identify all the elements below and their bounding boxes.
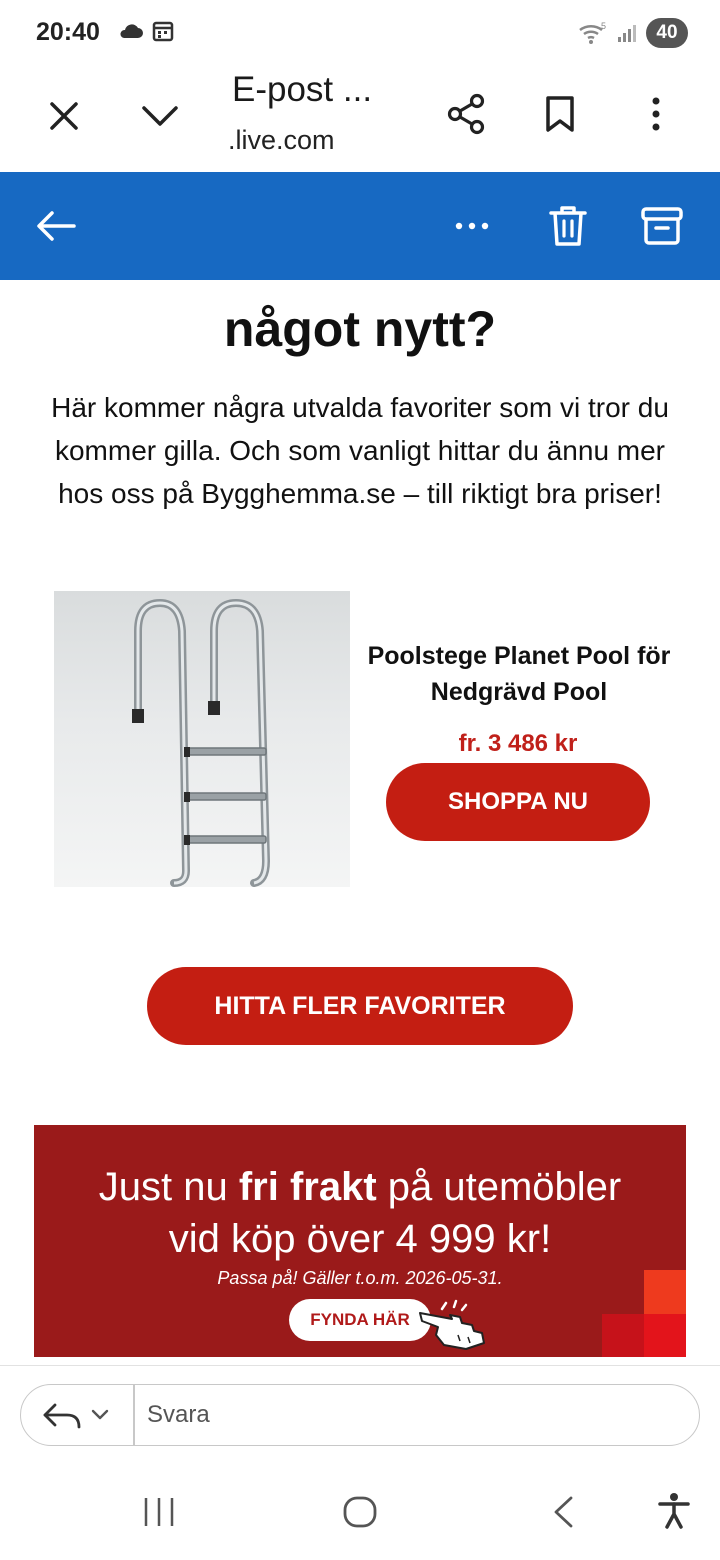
free-shipping-banner[interactable]: Just nu fri frakt på utemöbler vid köp ö…	[34, 1125, 686, 1357]
signal-icon	[618, 25, 636, 42]
email-heading: något nytt?	[223, 301, 497, 357]
reply-placeholder: Svara	[147, 1401, 210, 1428]
banner-headline-bold: fri frakt	[238, 1165, 377, 1209]
share-icon[interactable]	[440, 88, 492, 140]
more-horizontal-icon[interactable]	[450, 204, 494, 248]
status-time: 20:40	[36, 18, 100, 46]
email-body: något nytt? Här kommer några utvalda fav…	[0, 280, 720, 1365]
trash-icon[interactable]	[544, 200, 592, 252]
shop-now-button[interactable]: SHOPPA NU	[386, 763, 650, 841]
status-bar: 20:40 5 40	[0, 0, 720, 70]
wifi-icon: 5	[579, 21, 606, 44]
product-price: fr. 3 486 kr	[458, 730, 578, 757]
reply-divider	[133, 1385, 135, 1445]
archive-icon[interactable]	[636, 202, 688, 250]
bookmark-icon[interactable]	[534, 88, 586, 140]
chevron-down-icon[interactable]	[132, 90, 188, 142]
find-more-favorites-button[interactable]: HITTA FLER FAVORITER	[147, 967, 573, 1045]
fynda-har-button[interactable]: FYNDA HÄR	[289, 1299, 431, 1341]
page-title: E-post ...	[232, 70, 373, 109]
accessibility-icon[interactable]	[648, 1485, 700, 1537]
product-name[interactable]: Poolstege Planet Pool för Nedgrävd Pool	[360, 638, 678, 710]
more-options-icon[interactable]	[636, 88, 676, 140]
product-image[interactable]	[54, 591, 350, 887]
page-url: .live.com	[228, 125, 335, 155]
cloud-icon	[120, 24, 143, 38]
decor-square	[644, 1314, 686, 1357]
back-arrow-icon[interactable]	[30, 204, 82, 248]
decor-square	[602, 1314, 644, 1357]
mail-toolbar	[0, 172, 720, 280]
banner-headline-suffix: på utemöbler	[376, 1165, 622, 1209]
status-icons-right: 5 40	[578, 18, 688, 48]
banner-note: Passa på! Gäller t.o.m. 2026-05-31.	[217, 1268, 503, 1288]
banner-headline-line2: vid köp över 4 999 kr!	[168, 1217, 552, 1261]
system-nav-bar	[0, 1463, 720, 1560]
battery-indicator: 40	[646, 18, 688, 48]
banner-headline-prefix: Just nu	[98, 1165, 239, 1209]
banner-headline-line1: Just nu fri frakt på utemöbler	[34, 1163, 686, 1211]
calendar-icon	[152, 21, 174, 42]
network-label: 5	[601, 21, 606, 31]
reply-options-icon[interactable]	[39, 1397, 119, 1433]
close-icon[interactable]	[38, 90, 90, 142]
pool-ladder-image	[132, 598, 271, 887]
reply-bar: Svara	[0, 1365, 720, 1463]
status-icons-left	[118, 20, 174, 42]
nav-back-icon[interactable]	[538, 1489, 588, 1535]
pointing-hand-icon	[419, 1299, 485, 1350]
email-intro: Här kommer några utvalda favoriter som v…	[51, 392, 669, 509]
home-icon[interactable]	[334, 1487, 386, 1537]
decor-square	[644, 1270, 686, 1314]
reply-input[interactable]: Svara	[20, 1384, 700, 1446]
recent-apps-icon[interactable]	[130, 1489, 188, 1535]
